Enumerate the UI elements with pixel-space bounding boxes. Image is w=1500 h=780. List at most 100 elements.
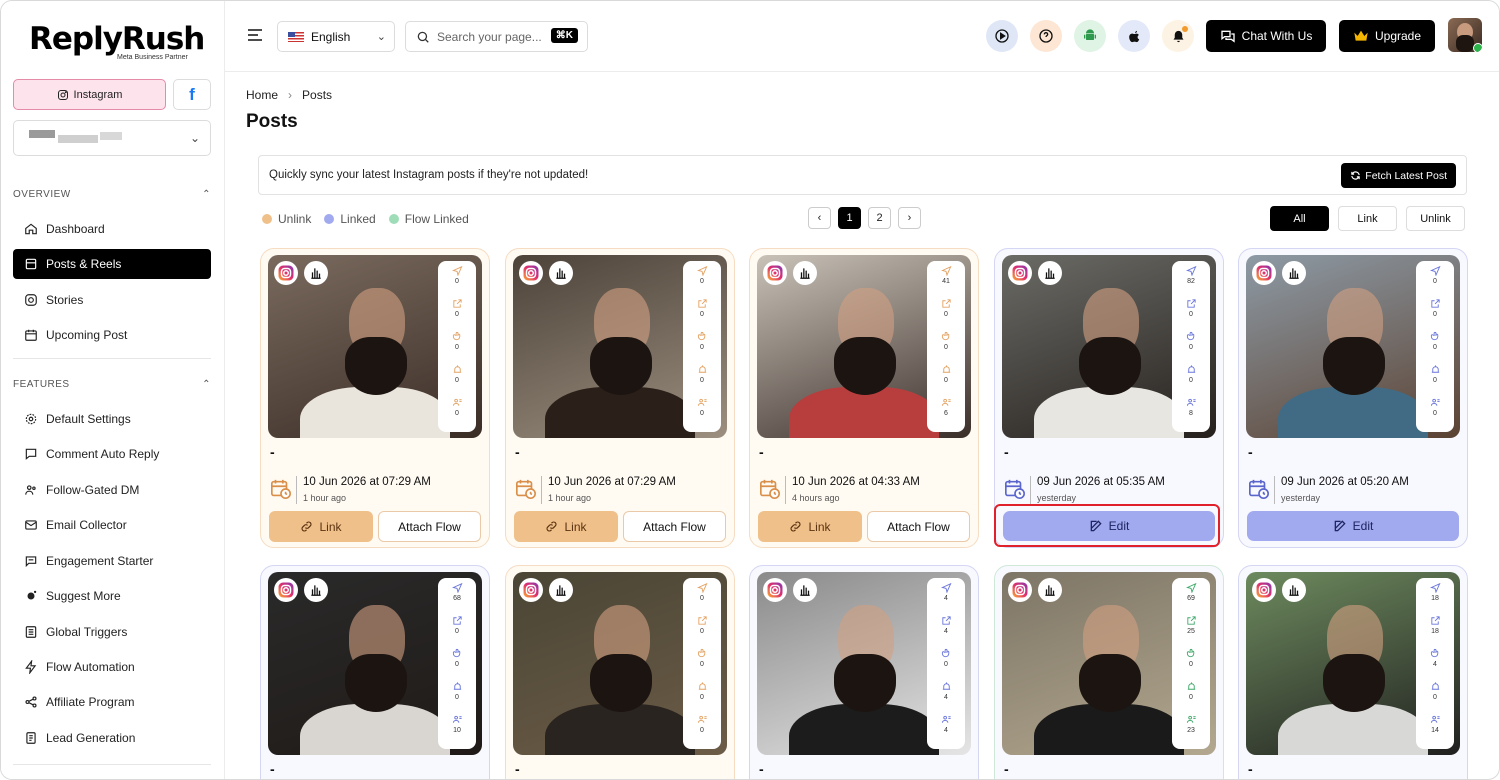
analytics-icon[interactable] xyxy=(549,578,573,602)
sidebar-item-comment-auto-reply[interactable]: Comment Auto Reply xyxy=(13,439,211,469)
fetch-latest-post-button[interactable]: Fetch Latest Post xyxy=(1341,163,1456,188)
chat-with-us-button[interactable]: Chat With Us xyxy=(1206,20,1326,52)
post-card[interactable]: 82 0 0 0 8 - 09 Jun 2026 at 05:35 AM yesterda… xyxy=(994,248,1224,548)
sidebar-item-global-triggers[interactable]: Global Triggers xyxy=(13,617,211,647)
post-thumbnail[interactable]: 82 0 0 0 8 xyxy=(1002,255,1216,438)
attach-flow-button[interactable]: Attach Flow xyxy=(378,511,481,542)
link-button[interactable]: Link xyxy=(514,511,618,542)
post-card[interactable]: 0 0 0 0 0 - xyxy=(505,565,735,779)
stat-item: 18 xyxy=(1429,582,1441,615)
account-selector[interactable]: ⌄ xyxy=(13,120,211,156)
post-card[interactable]: 0 0 0 0 0 - 10 Jun 2026 at 07:29 AM 1 hour ag… xyxy=(505,248,735,548)
sidebar-item-engagement-starter[interactable]: Engagement Starter xyxy=(13,546,211,576)
bucket-icon xyxy=(698,365,706,373)
link-button[interactable]: Link xyxy=(758,511,862,542)
features-section-header[interactable]: FEATURES ⌃ xyxy=(13,379,211,390)
post-thumbnail[interactable]: 0 0 0 0 0 xyxy=(513,572,727,755)
sidebar-item-flow-automation[interactable]: Flow Automation xyxy=(13,652,211,682)
attach-flow-button[interactable]: Attach Flow xyxy=(867,511,970,542)
overview-section-header[interactable]: OVERVIEW ⌃ xyxy=(13,189,211,200)
sidebar-item-suggest-more[interactable]: Suggest More xyxy=(13,581,211,611)
edit-button[interactable]: Edit xyxy=(1247,511,1459,541)
edit-button[interactable]: Edit xyxy=(1003,511,1215,541)
filter-link-button[interactable]: Link xyxy=(1338,206,1397,231)
analytics-icon[interactable] xyxy=(793,578,817,602)
analytics-icon[interactable] xyxy=(1282,578,1306,602)
tutorial-button[interactable] xyxy=(986,20,1018,52)
prev-page-button[interactable]: ‹ xyxy=(808,207,831,229)
analytics-icon[interactable] xyxy=(1038,578,1062,602)
us-flag-icon xyxy=(288,31,304,42)
brand-logo[interactable]: ReplyRush xyxy=(29,21,205,57)
breadcrumb-home[interactable]: Home xyxy=(246,88,278,102)
link-button[interactable]: Link xyxy=(269,511,373,542)
page-1-button[interactable]: 1 xyxy=(838,207,861,229)
post-thumbnail[interactable]: 41 0 0 0 6 xyxy=(757,255,971,438)
upgrade-button[interactable]: Upgrade xyxy=(1339,20,1435,52)
sidebar-item-posts-reels[interactable]: Posts & Reels xyxy=(13,249,211,279)
analytics-icon[interactable] xyxy=(793,261,817,285)
user-avatar[interactable] xyxy=(1448,18,1482,52)
instagram-badge-icon xyxy=(1008,261,1032,285)
sidebar-item-default-settings[interactable]: Default Settings xyxy=(13,404,211,434)
stat-item: 0 xyxy=(1186,364,1197,397)
sidebar-item-label: Upcoming Post xyxy=(46,328,128,342)
notifications-button[interactable] xyxy=(1162,20,1194,52)
menu-toggle-icon[interactable] xyxy=(247,28,263,42)
stat-value: 18 xyxy=(1431,595,1439,602)
thumbnail-beard xyxy=(834,654,897,713)
stat-value: 0 xyxy=(944,661,948,668)
post-thumbnail[interactable]: 4 4 0 4 4 xyxy=(757,572,971,755)
analytics-icon[interactable] xyxy=(549,261,573,285)
post-thumbnail[interactable]: 69 25 0 0 23 xyxy=(1002,572,1216,755)
attach-flow-button[interactable]: Attach Flow xyxy=(623,511,726,542)
post-thumbnail[interactable]: 0 0 0 0 0 xyxy=(513,255,727,438)
stat-value: 4 xyxy=(944,628,948,635)
post-thumbnail[interactable]: 18 18 4 0 14 xyxy=(1246,572,1460,755)
android-app-button[interactable] xyxy=(1074,20,1106,52)
sidebar-item-stories[interactable]: Stories xyxy=(13,285,211,315)
post-card[interactable]: 4 4 0 4 4 - xyxy=(749,565,979,779)
sidebar-item-lead-generation[interactable]: Lead Generation xyxy=(13,723,211,753)
post-card[interactable]: 0 0 0 0 0 - 09 Jun 2026 at 05:20 AM yesterday… xyxy=(1238,248,1468,548)
sidebar-item-dashboard[interactable]: Dashboard xyxy=(13,214,211,244)
stat-item: 41 xyxy=(940,265,952,298)
post-thumbnail[interactable]: 0 0 0 0 0 xyxy=(268,255,482,438)
sidebar-item-upcoming-post[interactable]: Upcoming Post xyxy=(13,320,211,350)
account-avatar-blurred xyxy=(29,130,55,138)
thumbnail-beard xyxy=(345,337,408,396)
post-date: 09 Jun 2026 at 05:35 AM xyxy=(1037,476,1165,488)
post-thumbnail[interactable]: 0 0 0 0 0 xyxy=(1246,255,1460,438)
post-thumbnail[interactable]: 68 0 0 0 10 xyxy=(268,572,482,755)
post-card[interactable]: 69 25 0 0 23 - xyxy=(994,565,1224,779)
language-selector[interactable]: English ⌄ xyxy=(277,21,395,52)
stat-value: 0 xyxy=(455,628,459,635)
analytics-icon[interactable] xyxy=(304,261,328,285)
external-link-icon xyxy=(452,299,462,308)
post-card[interactable]: 68 0 0 0 10 - xyxy=(260,565,490,779)
post-card[interactable]: 18 18 4 0 14 - xyxy=(1238,565,1468,779)
post-card[interactable]: 41 0 0 0 6 - 10 Jun 2026 at 04:33 AM 4 hours … xyxy=(749,248,979,548)
help-button[interactable] xyxy=(1030,20,1062,52)
tap-icon xyxy=(1186,331,1194,341)
sidebar-item-affiliate-program[interactable]: Affiliate Program xyxy=(13,687,211,717)
next-page-button[interactable]: › xyxy=(898,207,921,229)
analytics-icon[interactable] xyxy=(1282,261,1306,285)
analytics-icon[interactable] xyxy=(1038,261,1062,285)
sidebar-item-email-collector[interactable]: Email Collector xyxy=(13,510,211,540)
stat-item: 0 xyxy=(452,298,463,331)
sidebar-item-follow-gated-dm[interactable]: Follow-Gated DM xyxy=(13,475,211,505)
page-2-button[interactable]: 2 xyxy=(868,207,891,229)
ios-app-button[interactable] xyxy=(1118,20,1150,52)
post-card[interactable]: 0 0 0 0 0 - 10 Jun 2026 at 07:29 AM 1 hour ag… xyxy=(260,248,490,548)
instagram-platform-button[interactable]: Instagram xyxy=(13,79,166,110)
facebook-platform-button[interactable]: f xyxy=(173,79,211,110)
breadcrumb: Home › Posts xyxy=(246,88,332,102)
filter-unlink-button[interactable]: Unlink xyxy=(1406,206,1465,231)
analytics-icon[interactable] xyxy=(304,578,328,602)
link-label: Link xyxy=(564,519,587,534)
search-input[interactable]: Search your page... ⌘K xyxy=(405,21,588,52)
stat-value: 0 xyxy=(455,661,459,668)
stat-value: 0 xyxy=(700,410,704,417)
filter-all-button[interactable]: All xyxy=(1270,206,1329,231)
